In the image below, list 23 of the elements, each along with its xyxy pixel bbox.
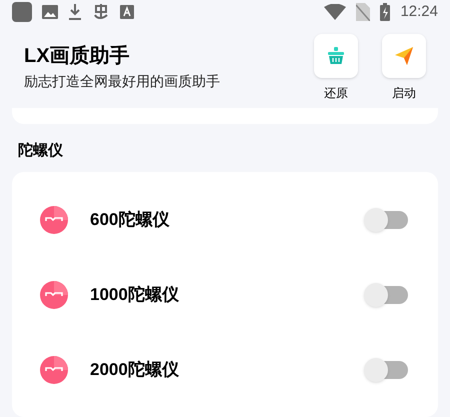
gyroscope-icon bbox=[40, 206, 68, 234]
no-sim-icon bbox=[356, 2, 370, 21]
gyroscope-icon bbox=[40, 280, 68, 308]
setting-label: 600陀螺仪 bbox=[90, 208, 170, 231]
setting-label: 1000陀螺仪 bbox=[90, 284, 180, 306]
app-title: LX画质助手 bbox=[24, 46, 131, 66]
toggle-switch[interactable] bbox=[364, 358, 408, 382]
battery-charging-icon bbox=[380, 2, 390, 21]
app-icon bbox=[12, 2, 32, 22]
setting-label: 2000陀螺仪 bbox=[90, 358, 180, 381]
gyroscope-icon bbox=[40, 356, 68, 384]
font-icon bbox=[120, 4, 134, 19]
download-icon bbox=[68, 4, 82, 20]
basket-icon bbox=[326, 46, 346, 66]
bug-icon bbox=[92, 2, 110, 21]
section-title: 陀螺仪 bbox=[18, 140, 64, 160]
toggle-switch[interactable] bbox=[364, 208, 408, 232]
image-icon bbox=[42, 4, 58, 19]
toggle-switch[interactable] bbox=[364, 282, 408, 306]
clock-time: 12:24 bbox=[400, 2, 438, 22]
wifi-icon bbox=[324, 4, 346, 20]
app-subtitle: 励志打造全网最好用的画质助手 bbox=[24, 74, 221, 88]
paper-plane-icon bbox=[393, 44, 415, 67]
